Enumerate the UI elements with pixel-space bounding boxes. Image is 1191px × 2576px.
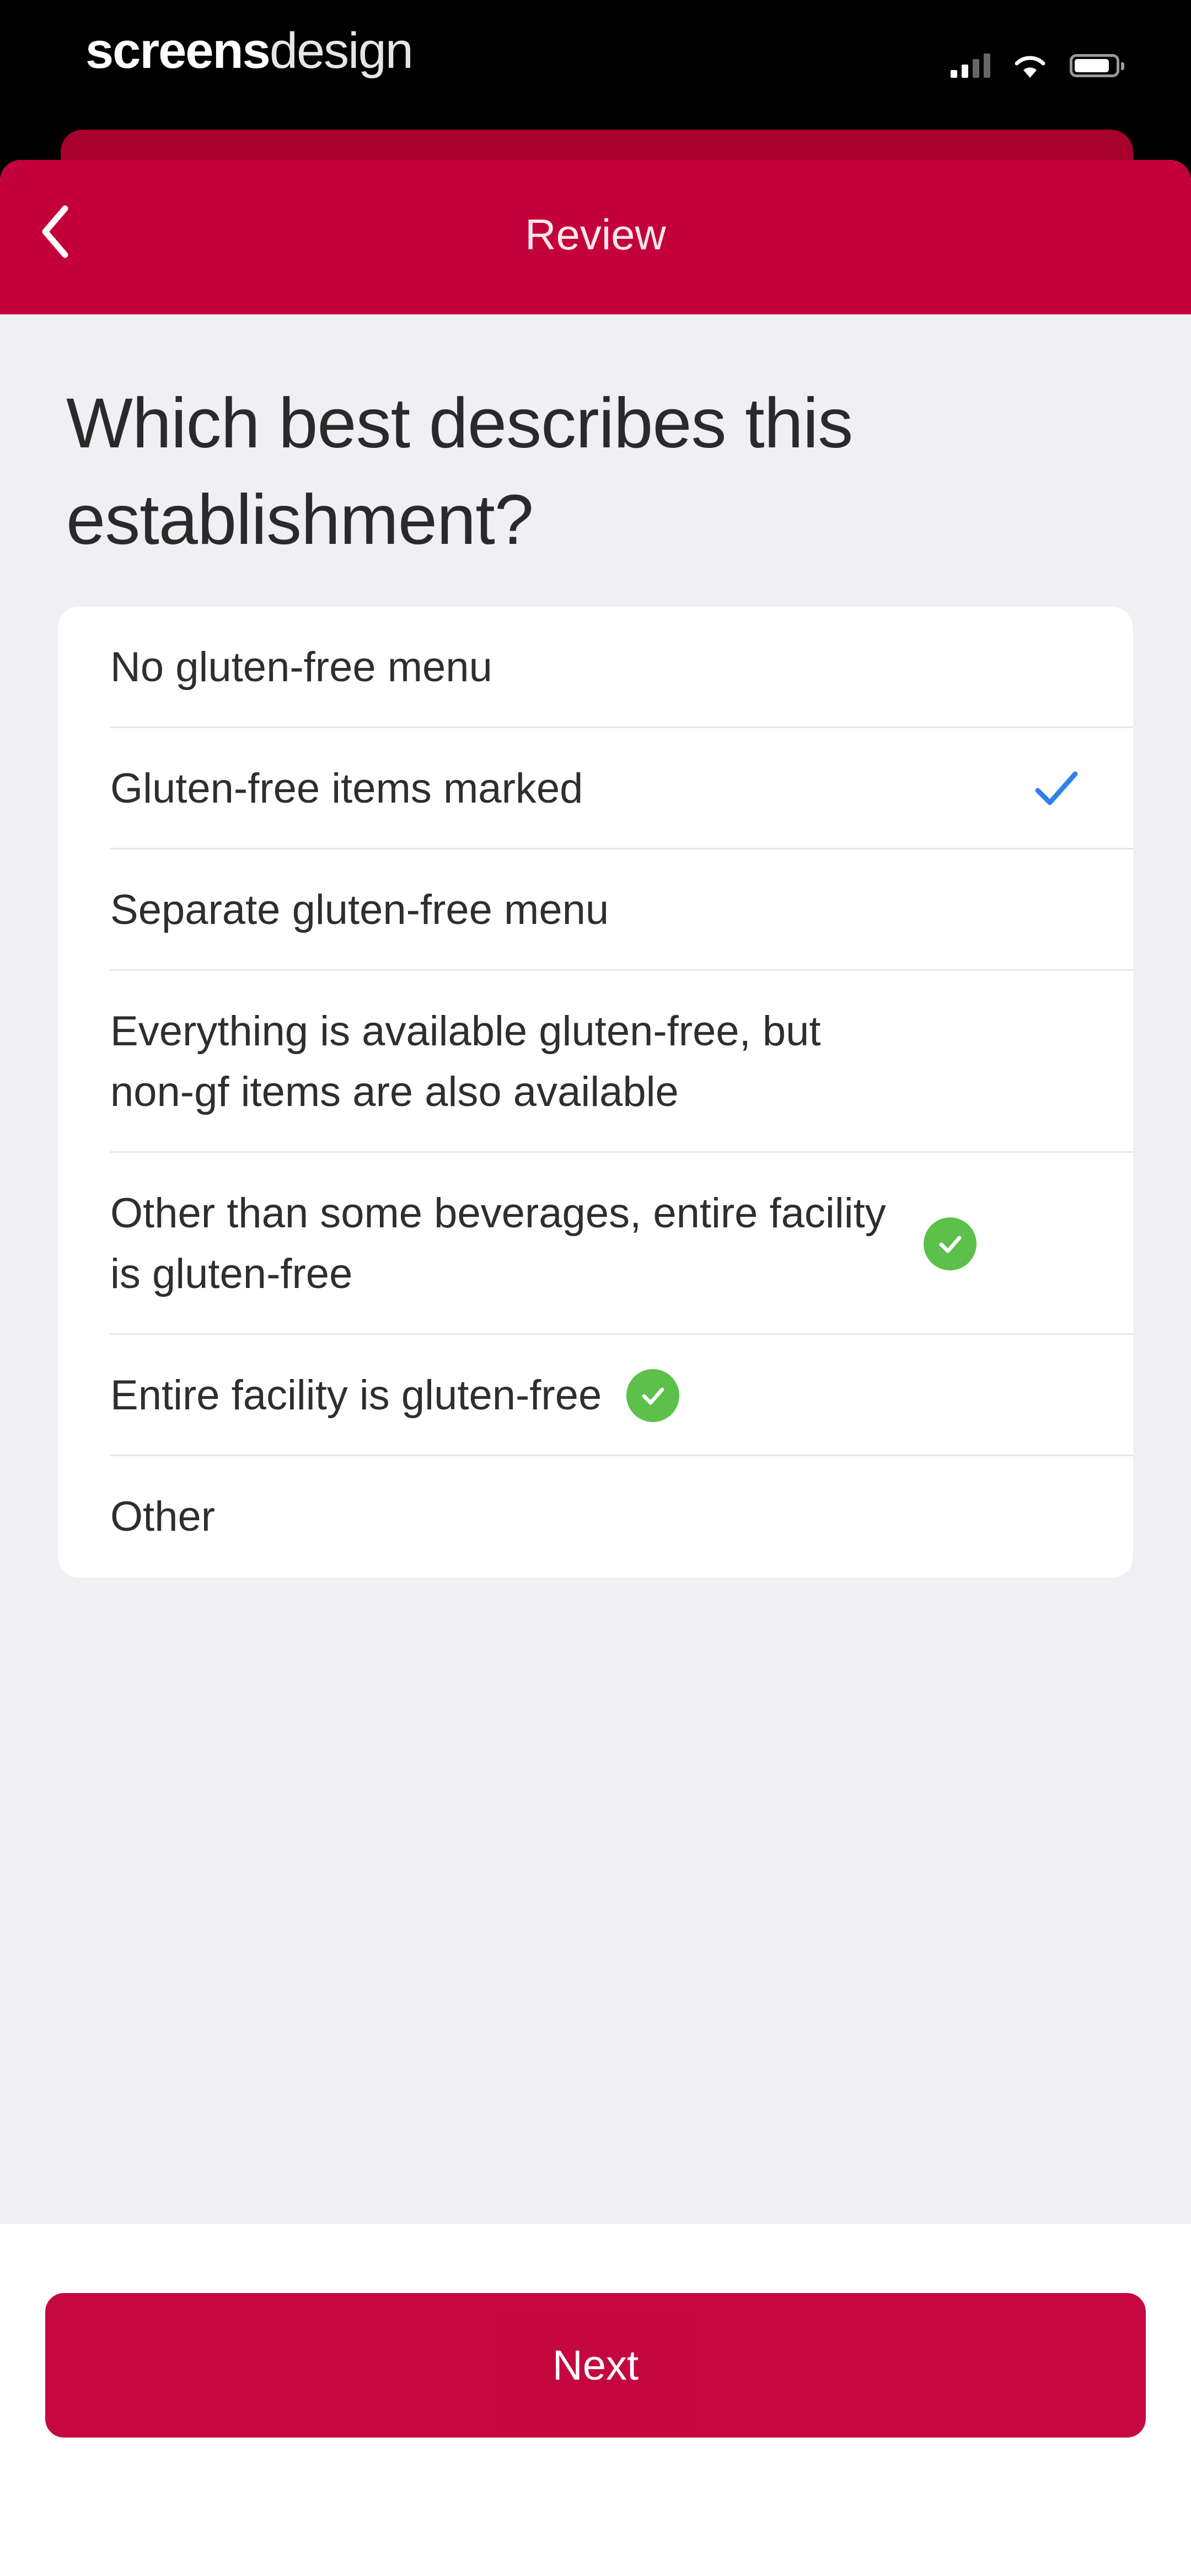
app-screen: screensdesign Review Which best describe… bbox=[0, 0, 1191, 2576]
watermark-light: design bbox=[269, 23, 414, 79]
option-no-gluten-free-menu[interactable]: No gluten-free menu bbox=[58, 607, 1133, 728]
option-label: Other than some beverages, entire facili… bbox=[110, 1190, 886, 1297]
question-heading: Which best describes this establishment? bbox=[66, 384, 853, 559]
signal-icon bbox=[951, 54, 990, 78]
verified-badge-icon bbox=[924, 1217, 977, 1270]
option-separate-gluten-free-menu[interactable]: Separate gluten-free menu bbox=[58, 849, 1133, 971]
option-everything-available-gluten-free[interactable]: Everything is available gluten-free, but… bbox=[58, 971, 1133, 1153]
option-label: No gluten-free menu bbox=[110, 644, 492, 691]
option-gluten-free-items-marked[interactable]: Gluten-free items marked bbox=[58, 728, 1133, 849]
status-bar: screensdesign bbox=[0, 0, 1191, 127]
checkmark-icon bbox=[1035, 771, 1078, 805]
watermark-logo: screensdesign bbox=[85, 22, 414, 80]
footer: Next bbox=[0, 2224, 1191, 2576]
option-label: Everything is available gluten-free, but… bbox=[110, 1008, 821, 1115]
verified-badge-icon bbox=[626, 1369, 680, 1422]
option-label: Entire facility is gluten-free bbox=[110, 1372, 602, 1419]
option-label: Separate gluten-free menu bbox=[110, 886, 609, 933]
watermark-bold: screens bbox=[85, 23, 271, 79]
review-sheet: Review Which best describes this establi… bbox=[0, 160, 1191, 2576]
status-icons bbox=[951, 52, 1124, 79]
option-label: Gluten-free items marked bbox=[110, 765, 583, 812]
option-other[interactable]: Other bbox=[58, 1456, 1133, 1578]
option-label: Other bbox=[110, 1493, 216, 1540]
battery-icon bbox=[1070, 54, 1124, 77]
nav-title: Review bbox=[525, 210, 666, 259]
option-entire-facility-except-beverages[interactable]: Other than some beverages, entire facili… bbox=[58, 1153, 1133, 1335]
options-list: No gluten-free menu Gluten-free items ma… bbox=[58, 607, 1133, 1578]
navigation-bar: Review bbox=[0, 160, 1191, 314]
option-entire-facility-gluten-free[interactable]: Entire facility is gluten-free bbox=[58, 1335, 1133, 1456]
wifi-icon bbox=[1015, 56, 1045, 78]
next-button[interactable]: Next bbox=[45, 2293, 1146, 2438]
